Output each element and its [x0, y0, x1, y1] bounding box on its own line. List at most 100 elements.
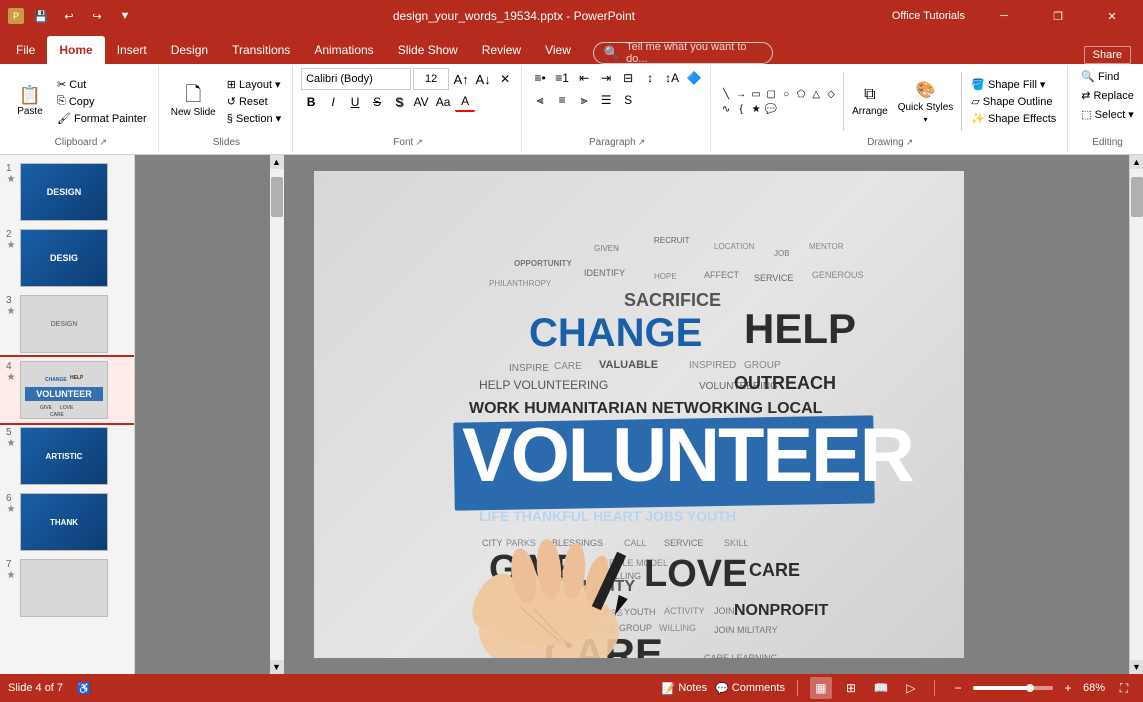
- shape-arrow[interactable]: →: [734, 87, 748, 101]
- tab-view[interactable]: View: [533, 36, 583, 64]
- zoom-out-button[interactable]: −: [947, 677, 969, 699]
- line-spacing-button[interactable]: ↕: [640, 68, 660, 88]
- slide-thumb-7[interactable]: 7★: [0, 555, 134, 621]
- undo-button[interactable]: ↩: [58, 5, 80, 27]
- justify-button[interactable]: ☰: [596, 90, 616, 110]
- tab-review[interactable]: Review: [470, 36, 533, 64]
- tab-transitions[interactable]: Transitions: [220, 36, 302, 64]
- restore-button[interactable]: ❐: [1035, 0, 1081, 32]
- close-button[interactable]: ✕: [1089, 0, 1135, 32]
- view-slideshow-button[interactable]: ▷: [900, 677, 922, 699]
- customize-qat-button[interactable]: ▼: [114, 5, 136, 27]
- scroll-thumb-left[interactable]: [271, 177, 283, 217]
- select-button[interactable]: ⬚ Select ▾: [1076, 106, 1139, 123]
- character-spacing-button[interactable]: AV: [411, 92, 431, 112]
- quick-styles-button[interactable]: 🎨 Quick Styles ▾: [894, 78, 958, 126]
- fit-slide-button[interactable]: ⛶: [1113, 677, 1135, 699]
- view-normal-button[interactable]: ▦: [810, 677, 832, 699]
- shape-pentagon[interactable]: ⬠: [794, 87, 808, 101]
- tab-animations[interactable]: Animations: [302, 36, 385, 64]
- layout-button[interactable]: ⊞ Layout ▾: [222, 76, 286, 93]
- slide-thumb-5[interactable]: 5★ARTISTIC: [0, 423, 134, 489]
- align-right-button[interactable]: ⫸: [574, 90, 594, 110]
- shape-star[interactable]: ★: [749, 102, 763, 116]
- zoom-slider[interactable]: [973, 686, 1053, 690]
- tab-home[interactable]: Home: [47, 36, 104, 64]
- clipboard-expand[interactable]: ↗: [99, 137, 107, 148]
- paragraph-expand[interactable]: ↗: [638, 137, 646, 148]
- slide-thumb-6[interactable]: 6★THANK: [0, 489, 134, 555]
- slide-thumb-2[interactable]: 2★DESIG: [0, 225, 134, 291]
- tab-design[interactable]: Design: [159, 36, 220, 64]
- font-name-input[interactable]: [301, 68, 411, 90]
- replace-button[interactable]: ⇄ Replace: [1076, 87, 1139, 104]
- comments-button[interactable]: 💬 Comments: [715, 682, 785, 695]
- slide-thumb-4[interactable]: 4★ VOLUNTEER CHANGE HELP GIVE LOVE CARE: [0, 357, 134, 423]
- tab-insert[interactable]: Insert: [105, 36, 159, 64]
- tab-slideshow[interactable]: Slide Show: [386, 36, 470, 64]
- notes-button[interactable]: 📝 Notes: [662, 682, 707, 695]
- text-shadow-button[interactable]: S: [618, 90, 638, 110]
- shape-callout[interactable]: 💬: [764, 102, 778, 116]
- save-button[interactable]: 💾: [30, 5, 52, 27]
- slide-panel[interactable]: 1★DESIGN2★DESIG3★DESIGN4★ VOLUNTEER CHAN…: [0, 155, 135, 674]
- office-tutorials-link[interactable]: Office Tutorials: [892, 10, 965, 22]
- increase-indent-button[interactable]: ⇥: [596, 68, 616, 88]
- scroll-thumb-right[interactable]: [1131, 177, 1143, 217]
- format-painter-button[interactable]: 🖌 Format Painter: [52, 110, 152, 127]
- scroll-down-button[interactable]: ▼: [270, 660, 284, 674]
- shape-line[interactable]: ╲: [719, 87, 733, 101]
- view-reading-button[interactable]: 📖: [870, 677, 892, 699]
- drawing-expand[interactable]: ↗: [906, 137, 914, 148]
- slide-canvas[interactable]: OPPORTUNITY GIVEN RECRUIT LOCATION JOB M…: [314, 171, 964, 658]
- convert-to-smartart-button[interactable]: 🔷: [684, 68, 704, 88]
- align-left-button[interactable]: ⫷: [530, 90, 550, 110]
- section-button[interactable]: § Section ▾: [222, 110, 286, 127]
- slide-thumb-3[interactable]: 3★DESIGN: [0, 291, 134, 357]
- reset-button[interactable]: ↺ Reset: [222, 93, 286, 110]
- underline-button[interactable]: U: [345, 92, 365, 112]
- tell-me-input[interactable]: 🔍 Tell me what you want to do...: [593, 42, 773, 64]
- zoom-in-button[interactable]: +: [1057, 677, 1079, 699]
- share-button[interactable]: Share: [1084, 46, 1131, 64]
- shape-triangle[interactable]: △: [809, 87, 823, 101]
- shape-bracket[interactable]: {: [734, 102, 748, 116]
- number-list-button[interactable]: ≡1: [552, 68, 572, 88]
- clear-format-button[interactable]: ✕: [495, 69, 515, 89]
- align-center-button[interactable]: ≡: [552, 90, 572, 110]
- decrease-indent-button[interactable]: ⇤: [574, 68, 594, 88]
- shape-effects-button[interactable]: ✨ Shape Effects: [966, 110, 1061, 127]
- new-slide-button[interactable]: 🗋 New Slide: [167, 83, 220, 120]
- font-color-button[interactable]: A: [455, 92, 475, 112]
- shadow-button[interactable]: S: [389, 92, 409, 112]
- bold-button[interactable]: B: [301, 92, 321, 112]
- scroll-right-up-button[interactable]: ▲: [1130, 155, 1143, 169]
- columns-button[interactable]: ⊟: [618, 68, 638, 88]
- change-case-button[interactable]: Aa: [433, 92, 453, 112]
- font-size-input[interactable]: [413, 68, 449, 90]
- find-button[interactable]: 🔍 Find: [1076, 68, 1124, 85]
- shape-curve[interactable]: ∿: [719, 102, 733, 116]
- shape-diamond[interactable]: ◇: [824, 87, 838, 101]
- copy-button[interactable]: ⎘ Copy: [52, 93, 152, 110]
- redo-button[interactable]: ↪: [86, 5, 108, 27]
- shape-outline-button[interactable]: ▱ Shape Outline: [966, 93, 1061, 110]
- view-slide-sorter-button[interactable]: ⊞: [840, 677, 862, 699]
- slide-thumb-1[interactable]: 1★DESIGN: [0, 159, 134, 225]
- italic-button[interactable]: I: [323, 92, 343, 112]
- bullet-list-button[interactable]: ≡•: [530, 68, 550, 88]
- decrease-font-button[interactable]: A↓: [473, 69, 493, 89]
- shape-fill-button[interactable]: 🪣 Shape Fill ▾: [966, 76, 1061, 93]
- shape-round-rect[interactable]: ▢: [764, 87, 778, 101]
- scroll-up-button[interactable]: ▲: [270, 155, 284, 169]
- scroll-right-down-button[interactable]: ▼: [1130, 660, 1143, 674]
- shape-oval[interactable]: ○: [779, 87, 793, 101]
- minimize-button[interactable]: ─: [981, 0, 1027, 32]
- shape-rect[interactable]: ▭: [749, 87, 763, 101]
- arrange-button[interactable]: ⧉ Arrange: [848, 84, 892, 119]
- paste-button[interactable]: 📋 Paste: [10, 84, 50, 119]
- strikethrough-button[interactable]: S: [367, 92, 387, 112]
- cut-button[interactable]: ✂ Cut: [52, 76, 152, 93]
- font-expand[interactable]: ↗: [415, 137, 423, 148]
- text-direction-button[interactable]: ↕A: [662, 68, 682, 88]
